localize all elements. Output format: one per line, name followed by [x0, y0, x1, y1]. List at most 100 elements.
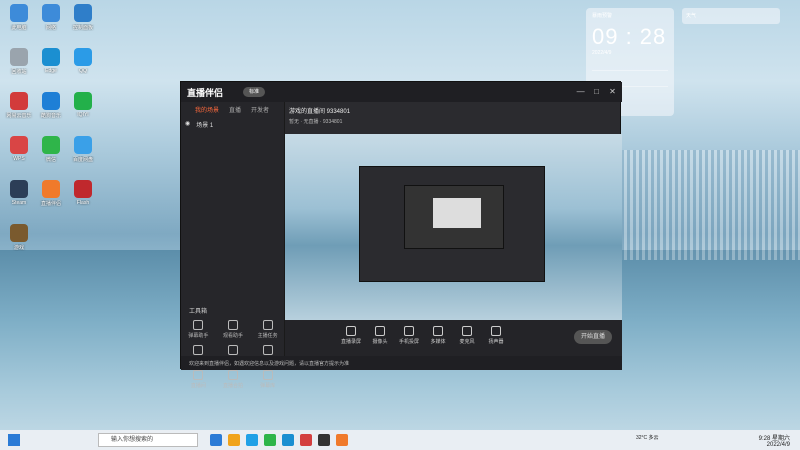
app-icon [10, 136, 28, 154]
tool-icon [262, 320, 273, 330]
system-tray[interactable]: 9:28 星期六 2022/4/9 [759, 433, 790, 448]
tray-date: 2022/4/9 [766, 442, 790, 448]
clock-time: 09 : 28 [592, 24, 667, 49]
desktop-icon[interactable]: QQ [66, 48, 100, 74]
close-icon[interactable]: ✕ [607, 86, 618, 97]
app-icon [10, 92, 28, 110]
source-button-label: 多媒体 [430, 339, 446, 345]
desktop-icon[interactable]: IQIYI [66, 92, 100, 118]
desktop-icon[interactable]: Edge [34, 48, 68, 74]
toolbox-item[interactable]: 弹幕库 [250, 370, 285, 389]
desktop-icon[interactable]: WPS [2, 136, 36, 162]
eye-icon[interactable]: ◉ [185, 120, 190, 129]
app-icon [10, 224, 28, 242]
source-button[interactable]: 多媒体 [424, 326, 452, 345]
app-icon [42, 180, 60, 198]
sidebar-tabs: 我的场景 直播 开发者 [181, 102, 284, 116]
nested-app-preview-innermost [433, 198, 481, 228]
desktop-icon[interactable]: 网易云音乐 [2, 92, 36, 119]
toolbox-item[interactable]: 主播任务 [250, 320, 285, 339]
desktop-icon[interactable]: 直播伴侣 [34, 180, 68, 207]
taskbar-app-icon[interactable] [318, 434, 330, 446]
taskbar-app-icon[interactable] [264, 434, 276, 446]
scene-item[interactable]: ◉ 场景 1 [181, 116, 284, 133]
toolbox-item[interactable]: 弹幕助手 [181, 320, 216, 339]
desktop-icon-label: 回收站 [11, 69, 27, 75]
app-icon [10, 4, 28, 22]
desktop-icon[interactable]: 回收站 [2, 48, 36, 75]
toolbox-item[interactable]: 直播间 [181, 370, 216, 389]
source-toolbar: 开始直播 直播录屏 摄像头 手机投屏 多媒体 麦克风 扬声器 [285, 320, 622, 356]
desktop-icon-label: WPS [13, 156, 25, 162]
toolbox-item[interactable]: 直播合拍 [216, 370, 251, 389]
source-button-label: 直播录屏 [340, 339, 361, 345]
app-icon [10, 48, 28, 66]
taskbar-app-icon[interactable] [282, 434, 294, 446]
toolbox-title: 工具箱 [189, 309, 208, 315]
desktop-icon[interactable]: 酷狗音乐 [34, 92, 68, 119]
taskbar-app-icon[interactable] [300, 434, 312, 446]
side-widget-label: 天气 [686, 13, 697, 19]
clock-date: 2022/4/9 [592, 50, 612, 56]
taskbar-app-icon[interactable] [246, 434, 258, 446]
desktop-icon-label: 网络 [45, 25, 56, 31]
live-room-subtitle: 暂无 · 无直播 · 9334801 [289, 119, 343, 125]
app-badge[interactable]: 标准 [243, 87, 265, 97]
desktop-icon-label: 此电脑 [11, 25, 27, 31]
clock-location: 暴雨预警 [592, 13, 613, 19]
tool-icon [227, 370, 238, 380]
source-button[interactable]: 扬声器 [482, 326, 510, 345]
taskbar-weather[interactable]: 32°C 多云 [636, 434, 659, 441]
tool-icon [262, 370, 273, 380]
tab-developer[interactable]: 开发者 [251, 105, 269, 114]
windows-start-icon[interactable] [8, 434, 20, 446]
desktop-icon[interactable]: 游戏 [2, 224, 36, 251]
app-titlebar[interactable]: 直播伴侣 标准 — □ ✕ [181, 82, 622, 102]
tool-icon [227, 320, 238, 330]
taskbar-search-input[interactable]: 输入你想搜索的 [98, 433, 198, 447]
scene-label: 场景 1 [196, 123, 214, 129]
app-icon [74, 4, 92, 22]
toolbox-item[interactable]: 观看助手 [216, 320, 251, 339]
toolbox-item-label: 弹幕库 [260, 383, 276, 389]
nested-app-preview-inner [404, 185, 504, 249]
taskbar-app-icon[interactable] [228, 434, 240, 446]
desktop-icon-label: Flash [76, 200, 90, 206]
maximize-icon[interactable]: □ [591, 86, 602, 97]
desktop-icon-label: QQ [79, 68, 87, 74]
desktop-icon[interactable]: 控制面板 [66, 4, 100, 31]
desktop-icon-label: 网易云音乐 [6, 113, 32, 119]
live-preview[interactable] [285, 134, 622, 320]
live-streaming-app-window[interactable]: 直播伴侣 标准 — □ ✕ 我的场景 直播 开发者 ◉ 场景 1 工具箱 弹幕助… [180, 81, 622, 389]
source-button[interactable]: 麦克风 [453, 326, 481, 345]
minimize-icon[interactable]: — [575, 86, 586, 97]
desktop-icon[interactable]: 此电脑 [2, 4, 36, 31]
source-button-label: 手机投屏 [398, 339, 419, 345]
taskbar-app-icon[interactable] [210, 434, 222, 446]
source-button[interactable]: 手机投屏 [395, 326, 423, 345]
taskbar-app-icon[interactable] [336, 434, 348, 446]
source-button-label: 扬声器 [488, 339, 504, 345]
start-live-button[interactable]: 开始直播 [574, 330, 612, 344]
desktop-icon[interactable]: Flash [66, 180, 100, 206]
app-icon [42, 48, 60, 66]
app-icon [42, 4, 60, 22]
desktop-icon[interactable]: Steam [2, 180, 36, 206]
tool-icon [193, 370, 204, 380]
desktop-icon-label: 游戏 [13, 245, 24, 251]
toolbox-item-label: 弹幕助手 [188, 333, 209, 339]
desktop-icon-grid: 此电脑 网络 控制面板回收站 Edge QQ 网易云音乐 酷狗音乐 IQIYI WPS 微信 百度网… [0, 0, 130, 430]
source-button[interactable]: 摄像头 [366, 326, 394, 345]
tab-my-scenes[interactable]: 我的场景 [195, 105, 219, 114]
side-widget[interactable]: 天气 [682, 8, 780, 24]
tab-live[interactable]: 直播 [229, 105, 241, 114]
desktop-icon[interactable]: 百度网盘 [66, 136, 100, 163]
tray-time: 9:28 星期六 [758, 436, 790, 442]
desktop-icon[interactable]: 网络 [34, 4, 68, 31]
app-icon [42, 136, 60, 154]
desktop-icon-label: 直播伴侣 [40, 201, 61, 207]
app-logo: 直播伴侣 [187, 88, 224, 98]
desktop-icon[interactable]: 微信 [34, 136, 68, 163]
source-button[interactable]: 直播录屏 [337, 326, 365, 345]
source-button-label: 摄像头 [372, 339, 388, 345]
